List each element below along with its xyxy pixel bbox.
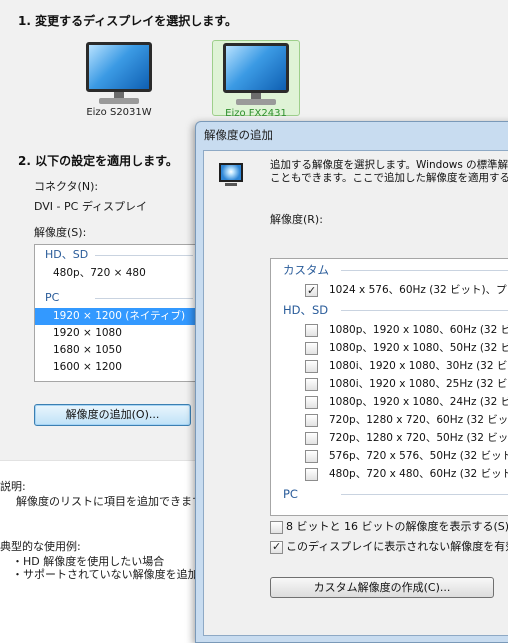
checkbox[interactable]: [270, 521, 283, 534]
monitor-eizo-s2031w[interactable]: Eizo S2031W: [76, 42, 162, 118]
group-header-pc: PC: [271, 483, 508, 505]
checkbox[interactable]: [305, 432, 318, 445]
list-item[interactable]: 1920 × 1080: [35, 325, 199, 342]
list-item[interactable]: 1080i、1920 x 1080、30Hz (32 ビット: [271, 357, 508, 375]
checkbox[interactable]: [305, 282, 318, 300]
step1-title: 1. 変更するディスプレイを選択します。: [18, 14, 238, 28]
checkbox[interactable]: [305, 396, 318, 409]
display-icon: [218, 163, 244, 187]
checkbox[interactable]: [305, 468, 318, 481]
connector-value: DVI - PC ディスプレイ: [34, 200, 148, 213]
resolution-label: 解像度(S):: [34, 226, 87, 239]
list-item[interactable]: 1080p、1920 x 1080、60Hz (32 ビット: [271, 321, 508, 339]
list-item[interactable]: 1080p、1920 x 1080、50Hz (32 ビット: [271, 339, 508, 357]
list-item[interactable]: 480p、720 x 480、60Hz (32 ビット): [271, 465, 508, 483]
connector-label: コネクタ(N):: [34, 180, 99, 193]
list-item[interactable]: 720p、1280 x 720、60Hz (32 ビット): [271, 411, 508, 429]
dialog-description: 追加する解像度を選択します。Windows の標準解 こともできます。ここで追加…: [270, 159, 508, 184]
group-header-pc: PC: [35, 288, 199, 308]
monitor-icon: [86, 42, 152, 92]
dialog-body: 追加する解像度を選択します。Windows の標準解 こともできます。ここで追加…: [203, 150, 508, 636]
monitor-label: Eizo FX2431: [225, 108, 287, 119]
checkbox[interactable]: [305, 378, 318, 391]
group-header-custom: カスタム: [271, 259, 508, 281]
list-item-selected[interactable]: 1920 × 1200 (ネイティブ): [35, 308, 199, 325]
list-item[interactable]: 720p、1280 x 720、50Hz (32 ビット): [271, 429, 508, 447]
list-item[interactable]: 1080p、1920 x 1080、24Hz (32 ビット: [271, 393, 508, 411]
monitor-label: Eizo S2031W: [86, 107, 152, 118]
list-item[interactable]: 1024 x 576、60Hz (32 ビット)、プログレ: [271, 281, 508, 300]
resolution-list[interactable]: HD、SD 480p、720 × 480 PC 1920 × 1200 (ネイテ…: [34, 244, 200, 382]
checkbox[interactable]: [305, 450, 318, 463]
list-item[interactable]: 576p、720 x 576、50Hz (32 ビット): [271, 447, 508, 465]
add-resolution-button[interactable]: 解像度の追加(O)...: [34, 404, 191, 426]
add-resolution-dialog: 解像度の追加 追加する解像度を選択します。Windows の標準解 こともできま…: [195, 121, 508, 643]
dialog-title: 解像度の追加: [204, 128, 273, 142]
typical-usage-item: ・サポートされていない解像度を追加し: [12, 568, 210, 581]
step2-title: 2. 以下の設定を適用します。: [18, 154, 178, 168]
list-item[interactable]: 1600 × 1200: [35, 359, 199, 376]
checkbox[interactable]: [305, 360, 318, 373]
checkbox[interactable]: [305, 342, 318, 355]
group-header-hd-sd: HD、SD: [271, 299, 508, 321]
monitor-icon: [223, 43, 289, 93]
resolution-label: 解像度(R):: [270, 213, 323, 226]
monitor-eizo-fx2431[interactable]: Eizo FX2431: [212, 40, 300, 119]
create-custom-resolution-button[interactable]: カスタム解像度の作成(C)...: [270, 577, 494, 598]
resolution-checklist[interactable]: カスタム 1024 x 576、60Hz (32 ビット)、プログレ HD、SD…: [270, 258, 508, 516]
checkbox[interactable]: [305, 324, 318, 337]
list-item[interactable]: 1080i、1920 x 1080、25Hz (32 ビット: [271, 375, 508, 393]
explanation-label: 説明:: [0, 480, 26, 493]
list-item[interactable]: 1680 × 1050: [35, 342, 199, 359]
list-item[interactable]: 480p、720 × 480: [35, 265, 199, 282]
typical-usage-label: 典型的な使用例:: [0, 540, 81, 553]
explanation-text: 解像度のリストに項目を追加できます。: [16, 495, 213, 508]
checkbox[interactable]: [270, 539, 283, 555]
checkbox[interactable]: [305, 414, 318, 427]
group-header-hd-sd: HD、SD: [35, 245, 199, 265]
